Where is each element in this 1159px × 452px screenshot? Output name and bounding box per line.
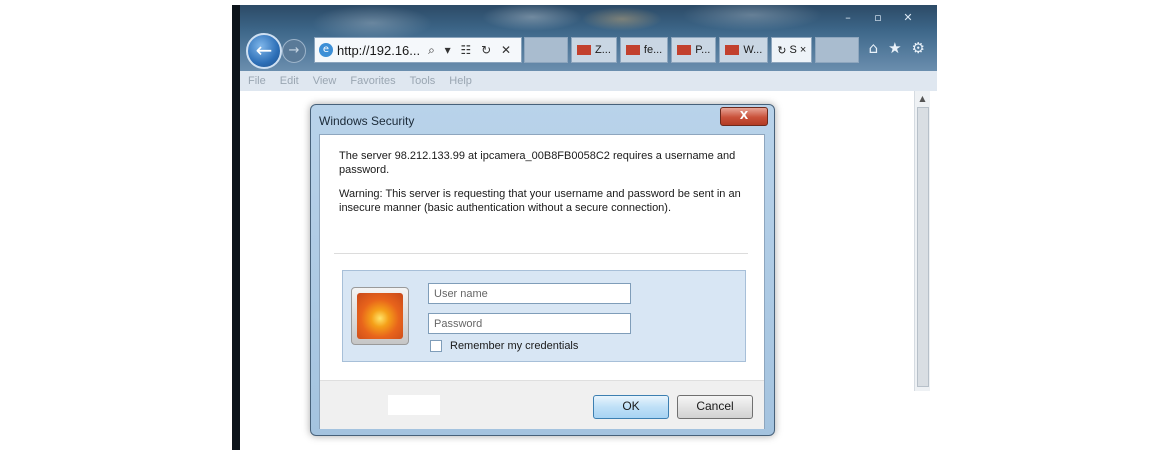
toolbar-icons: ⌂ ★ ⚙ xyxy=(869,39,925,57)
forward-button[interactable]: → xyxy=(282,39,306,63)
forward-arrow-icon: → xyxy=(288,43,300,58)
new-tab-button[interactable] xyxy=(815,37,860,63)
remember-credentials[interactable]: Remember my credentials xyxy=(430,340,578,352)
tab-label: fe... xyxy=(643,44,663,56)
tab-2[interactable]: fe... xyxy=(619,37,669,63)
address-controls[interactable]: ⌕ ▾ ☷ ↻ ✕ xyxy=(428,43,514,58)
minimize-button[interactable]: – xyxy=(835,11,861,27)
menu-view[interactable]: View xyxy=(313,75,337,87)
tab-label: W... xyxy=(743,44,763,56)
window-close-button[interactable]: ✕ xyxy=(895,11,921,27)
windows-security-dialog: Windows Security X The server 98.212.133… xyxy=(310,104,775,436)
tab-5-active[interactable]: ↻ S × xyxy=(771,37,813,63)
warning-message: Warning: This server is requesting that … xyxy=(339,188,741,214)
scroll-thumb[interactable] xyxy=(917,107,929,387)
tab-label: P... xyxy=(695,44,711,56)
menu-file[interactable]: File xyxy=(248,75,266,87)
favorites-star-icon[interactable]: ★ xyxy=(888,39,901,57)
dialog-close-button[interactable]: X xyxy=(720,107,768,126)
user-avatar xyxy=(351,287,409,345)
credential-tile: Remember my credentials xyxy=(342,270,746,362)
maximize-button[interactable]: ▫ xyxy=(865,11,891,27)
ie-page-icon: e xyxy=(319,43,333,57)
password-input[interactable] xyxy=(428,313,631,334)
footer-blank-area xyxy=(388,395,440,415)
menu-bar: File Edit View Favorites Tools Help xyxy=(240,71,937,91)
tab-strip: Z... fe... P... W... ↻ S × xyxy=(524,37,860,63)
back-button[interactable]: ← xyxy=(246,33,282,69)
flower-avatar-icon xyxy=(357,293,403,339)
address-url: http://192.16... xyxy=(337,42,421,58)
browser-screen: – ▫ ✕ ← → e http://192.16... ⌕ ▾ ☷ ↻ ✕ Z… xyxy=(232,5,937,450)
browser-chrome: – ▫ ✕ ← → e http://192.16... ⌕ ▾ ☷ ↻ ✕ Z… xyxy=(232,5,937,71)
loading-icon: ↻ xyxy=(777,44,787,57)
scroll-up-icon[interactable]: ▲ xyxy=(915,94,930,103)
address-bar[interactable]: e http://192.16... ⌕ ▾ ☷ ↻ ✕ xyxy=(314,37,522,63)
tab-4[interactable]: W... xyxy=(719,37,769,63)
ok-button[interactable]: OK xyxy=(593,395,669,419)
divider xyxy=(334,253,748,254)
tab-1[interactable]: Z... xyxy=(571,37,617,63)
home-icon[interactable]: ⌂ xyxy=(869,39,879,57)
dialog-body: The server 98.212.133.99 at ipcamera_00B… xyxy=(319,134,765,429)
tab-3[interactable]: P... xyxy=(671,37,717,63)
dialog-title: Windows Security xyxy=(319,114,415,128)
red-favicon-icon xyxy=(577,45,591,55)
remember-label: Remember my credentials xyxy=(450,340,579,352)
back-arrow-icon: ← xyxy=(255,38,273,62)
red-favicon-icon xyxy=(677,45,692,55)
dialog-footer: OK Cancel xyxy=(320,380,764,429)
menu-help[interactable]: Help xyxy=(449,75,472,87)
tab-label: Z... xyxy=(595,44,611,56)
dialog-message: The server 98.212.133.99 at ipcamera_00B… xyxy=(339,149,749,225)
username-input[interactable] xyxy=(428,283,631,304)
cancel-button[interactable]: Cancel xyxy=(677,395,753,419)
window-controls: – ▫ ✕ xyxy=(835,11,921,27)
menu-favorites[interactable]: Favorites xyxy=(350,75,395,87)
server-message: The server 98.212.133.99 at ipcamera_00B… xyxy=(339,150,736,176)
menu-tools[interactable]: Tools xyxy=(410,75,436,87)
vertical-scrollbar[interactable]: ▲ xyxy=(914,91,930,391)
tab-label: S × xyxy=(789,44,807,56)
menu-edit[interactable]: Edit xyxy=(280,75,299,87)
monitor-edge xyxy=(232,5,240,450)
red-favicon-icon xyxy=(625,45,640,55)
gear-icon[interactable]: ⚙ xyxy=(912,39,925,57)
remember-checkbox[interactable] xyxy=(430,340,442,352)
tab-blank[interactable] xyxy=(524,37,568,63)
red-favicon-icon xyxy=(725,45,740,55)
